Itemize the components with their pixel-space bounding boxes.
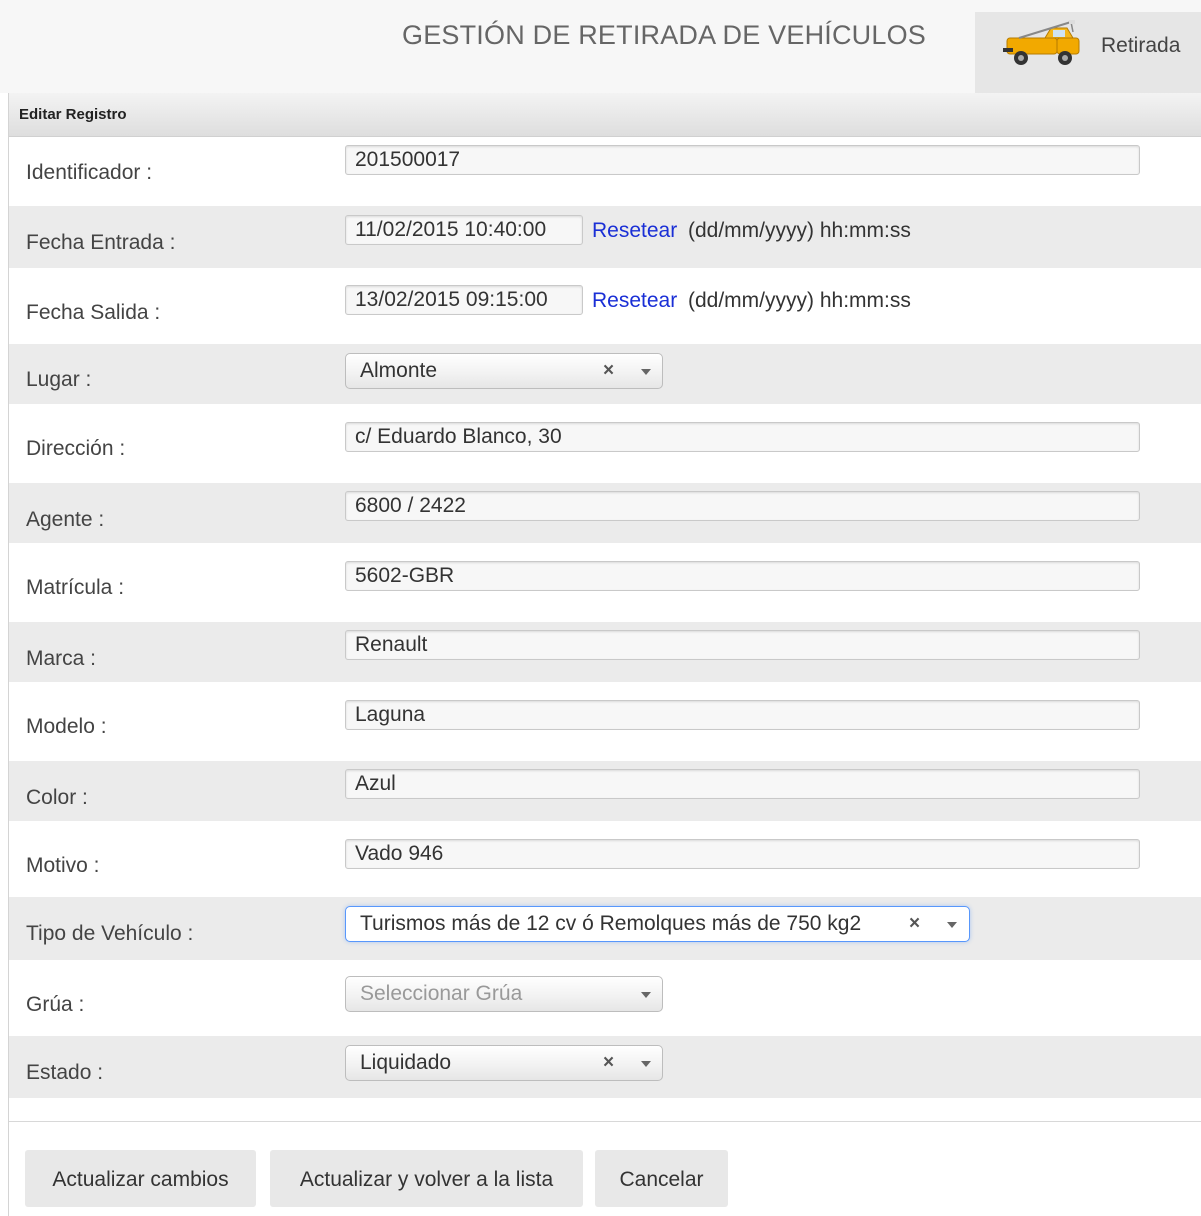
color-field[interactable]: Azul xyxy=(345,769,1140,799)
fecha-entrada-reset-link[interactable]: Resetear xyxy=(592,219,677,243)
tipo-vehiculo-label: Tipo de Vehículo : xyxy=(26,922,194,945)
row-estado: Estado : Liquidado × xyxy=(9,1036,1201,1098)
agente-field[interactable]: 6800 / 2422 xyxy=(345,491,1140,521)
lugar-label: Lugar : xyxy=(26,368,92,391)
estado-clear-icon[interactable]: × xyxy=(603,1046,614,1080)
row-identificador: Identificador : 201500017 xyxy=(9,137,1201,206)
fecha-entrada-format-hint: (dd/mm/yyyy) hh:mm:ss xyxy=(688,219,911,242)
tipo-vehiculo-clear-icon[interactable]: × xyxy=(909,907,920,941)
fecha-entrada-label: Fecha Entrada : xyxy=(26,231,176,254)
lugar-clear-icon[interactable]: × xyxy=(603,354,614,388)
fecha-salida-label: Fecha Salida : xyxy=(26,301,161,324)
cancel-button[interactable]: Cancelar xyxy=(595,1150,728,1207)
direccion-field[interactable]: c/ Eduardo Blanco, 30 xyxy=(345,422,1140,452)
lugar-selected-value: Almonte xyxy=(360,359,438,382)
fecha-entrada-field[interactable]: 11/02/2015 10:40:00 xyxy=(345,215,583,245)
agente-label: Agente : xyxy=(26,508,105,531)
row-grua: Grúa : Seleccionar Grúa xyxy=(9,960,1201,1036)
row-motivo: Motivo : Vado 946 xyxy=(9,821,1201,897)
row-matricula: Matrícula : 5602-GBR xyxy=(9,543,1201,622)
edit-panel: Editar Registro Identificador : 20150001… xyxy=(8,93,1201,1216)
motivo-field[interactable]: Vado 946 xyxy=(345,839,1140,869)
fecha-salida-field[interactable]: 13/02/2015 09:15:00 xyxy=(345,285,583,315)
identificador-label: Identificador : xyxy=(26,161,153,184)
marca-label: Marca : xyxy=(26,647,97,670)
direccion-label: Dirección : xyxy=(26,437,126,460)
row-color: Color : Azul xyxy=(9,761,1201,821)
row-fecha-entrada: Fecha Entrada : 11/02/2015 10:40:00 Rese… xyxy=(9,206,1201,268)
row-fecha-salida: Fecha Salida : 13/02/2015 09:15:00 Reset… xyxy=(9,268,1201,344)
top-bar: GESTIÓN DE RETIRADA DE VEHÍCULOS Retirad… xyxy=(0,0,1201,93)
update-button[interactable]: Actualizar cambios xyxy=(25,1150,256,1207)
grua-placeholder: Seleccionar Grúa xyxy=(360,982,523,1005)
fecha-salida-reset-link[interactable]: Resetear xyxy=(592,289,677,313)
matricula-field[interactable]: 5602-GBR xyxy=(345,561,1140,591)
estado-selected-value: Liquidado xyxy=(360,1051,452,1074)
estado-select[interactable]: Liquidado × xyxy=(345,1045,663,1081)
chevron-down-icon xyxy=(947,922,957,928)
grua-select[interactable]: Seleccionar Grúa xyxy=(345,976,663,1012)
chevron-down-icon xyxy=(641,369,651,375)
module-tab-label: Retirada xyxy=(1101,34,1181,57)
fecha-salida-format-hint: (dd/mm/yyyy) hh:mm:ss xyxy=(688,289,911,312)
row-agente: Agente : 6800 / 2422 xyxy=(9,483,1201,543)
form-divider xyxy=(9,1121,1201,1122)
estado-label: Estado : xyxy=(26,1061,104,1084)
module-tab-retirada[interactable]: Retirada xyxy=(975,12,1201,93)
update-and-return-button[interactable]: Actualizar y volver a la lista xyxy=(270,1150,583,1207)
chevron-down-icon xyxy=(641,992,651,998)
tipo-vehiculo-select[interactable]: Turismos más de 12 cv ó Remolques más de… xyxy=(345,906,970,942)
row-lugar: Lugar : Almonte × xyxy=(9,344,1201,404)
motivo-label: Motivo : xyxy=(26,854,100,877)
identificador-field[interactable]: 201500017 xyxy=(345,145,1140,175)
row-marca: Marca : Renault xyxy=(9,622,1201,682)
app-title: GESTIÓN DE RETIRADA DE VEHÍCULOS xyxy=(402,20,927,50)
matricula-label: Matrícula : xyxy=(26,576,125,599)
tow-truck-icon xyxy=(1003,20,1080,65)
row-modelo: Modelo : Laguna xyxy=(9,682,1201,761)
tipo-vehiculo-selected-value: Turismos más de 12 cv ó Remolques más de… xyxy=(360,912,862,935)
row-tipo-vehiculo: Tipo de Vehículo : Turismos más de 12 cv… xyxy=(9,897,1201,960)
panel-title: Editar Registro xyxy=(9,93,1201,137)
grua-label: Grúa : xyxy=(26,993,85,1016)
lugar-select[interactable]: Almonte × xyxy=(345,353,663,389)
color-label: Color : xyxy=(26,786,88,809)
modelo-label: Modelo : xyxy=(26,715,107,738)
marca-field[interactable]: Renault xyxy=(345,630,1140,660)
chevron-down-icon xyxy=(641,1061,651,1067)
row-direccion: Dirección : c/ Eduardo Blanco, 30 xyxy=(9,404,1201,483)
modelo-field[interactable]: Laguna xyxy=(345,700,1140,730)
